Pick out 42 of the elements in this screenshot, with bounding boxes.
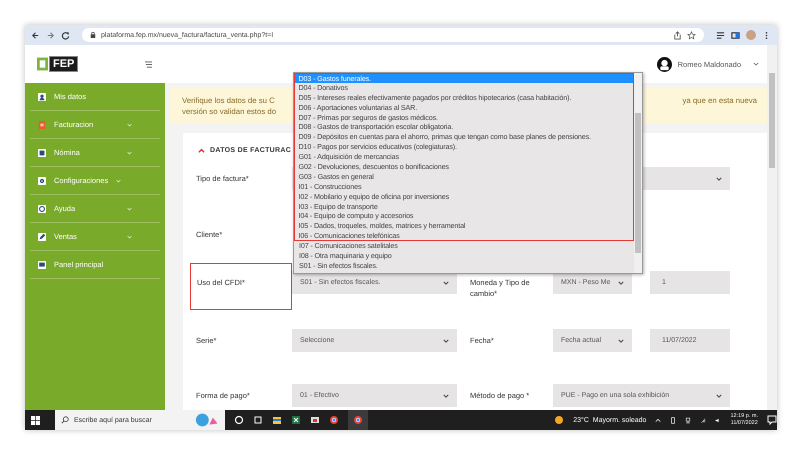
- back-icon[interactable]: [31, 30, 40, 40]
- notification-icon[interactable]: [767, 415, 777, 425]
- scrollbar[interactable]: [634, 73, 642, 273]
- chevron-down-icon[interactable]: [753, 62, 759, 66]
- task-view-icon[interactable]: [253, 415, 263, 425]
- presentation-icon[interactable]: [310, 415, 320, 425]
- menu-icon[interactable]: [144, 60, 153, 68]
- network-icon: [685, 416, 692, 424]
- chevron-down-icon: [443, 280, 449, 284]
- user-avatar-icon[interactable]: [656, 56, 672, 72]
- chevron-down-icon: [716, 394, 722, 398]
- help-icon: [38, 204, 46, 212]
- spreadsheet-icon[interactable]: [291, 415, 301, 425]
- battery-icon: [670, 416, 676, 424]
- wifi-icon: [700, 416, 706, 424]
- windows-icon[interactable]: [31, 416, 40, 424]
- chevron-down-icon: [618, 280, 624, 284]
- reload-icon[interactable]: [61, 30, 70, 40]
- chevron-down-icon: [443, 394, 449, 398]
- scrollbar[interactable]: [767, 45, 777, 410]
- browser-icon[interactable]: [329, 415, 339, 425]
- chevron-down-icon: [618, 338, 624, 342]
- share-icon[interactable]: [673, 30, 682, 40]
- fep-logo: FEP: [37, 56, 78, 72]
- chevron-down-icon: [443, 338, 449, 342]
- circle-icon[interactable]: [234, 415, 244, 425]
- pencil-icon: [38, 232, 46, 240]
- speaker-icon: [715, 416, 722, 424]
- user-icon: [38, 92, 46, 100]
- gear-icon: [38, 176, 46, 184]
- folder-icon[interactable]: [272, 415, 282, 425]
- lock-icon: [90, 31, 96, 39]
- forward-icon[interactable]: [46, 30, 55, 40]
- chevron-down-icon: [716, 176, 722, 180]
- panel-icon[interactable]: [731, 30, 740, 40]
- chevron-up-icon[interactable]: [655, 416, 662, 424]
- list-icon[interactable]: [716, 30, 725, 40]
- caret-up-icon[interactable]: [198, 148, 205, 152]
- search-icon: [61, 416, 69, 424]
- monitor-icon: [38, 260, 46, 268]
- star-icon[interactable]: [687, 30, 696, 40]
- weather-sun-icon: [554, 415, 564, 425]
